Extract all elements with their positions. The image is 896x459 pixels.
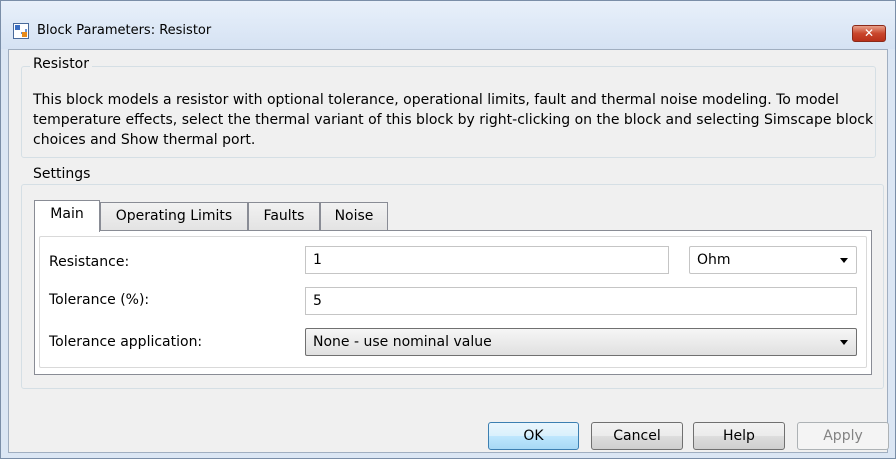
tolerance-application-value: None - use nominal value xyxy=(313,334,492,350)
help-button[interactable]: Help xyxy=(693,422,785,450)
tab-noise[interactable]: Noise xyxy=(320,202,388,230)
tab-main[interactable]: Main xyxy=(34,200,100,232)
simulink-block-icon xyxy=(13,23,29,39)
close-button[interactable]: ✕ xyxy=(852,25,886,42)
description-group-label: Resistor xyxy=(30,56,92,72)
tab-operating-limits[interactable]: Operating Limits xyxy=(100,202,248,230)
cancel-button[interactable]: Cancel xyxy=(591,422,683,450)
resistance-label: Resistance: xyxy=(49,254,130,270)
resistance-unit-value: Ohm xyxy=(697,252,731,268)
apply-button[interactable]: Apply xyxy=(797,422,889,450)
tab-operating-limits-label: Operating Limits xyxy=(115,208,233,224)
window-title: Block Parameters: Resistor xyxy=(37,23,212,38)
tolerance-input[interactable]: 5 xyxy=(305,287,857,315)
ok-button[interactable]: OK xyxy=(488,422,579,450)
tab-faults-label: Faults xyxy=(263,208,305,224)
tab-main-label: Main xyxy=(50,206,84,222)
tolerance-application-select[interactable]: None - use nominal value xyxy=(305,328,857,356)
block-description: This block models a resistor with option… xyxy=(33,92,874,148)
title-bar[interactable]: Block Parameters: Resistor ✕ xyxy=(1,1,895,49)
tolerance-application-label: Tolerance application: xyxy=(49,334,203,350)
resistance-input[interactable]: 1 xyxy=(305,246,669,274)
close-icon: ✕ xyxy=(863,26,875,40)
chevron-down-icon xyxy=(840,340,848,345)
tolerance-label: Tolerance (%): xyxy=(49,292,150,308)
chevron-down-icon xyxy=(840,258,848,263)
tab-noise-label: Noise xyxy=(334,208,374,224)
settings-group-label: Settings xyxy=(30,166,94,182)
tab-faults[interactable]: Faults xyxy=(248,202,320,230)
resistance-unit-select[interactable]: Ohm xyxy=(689,246,857,274)
